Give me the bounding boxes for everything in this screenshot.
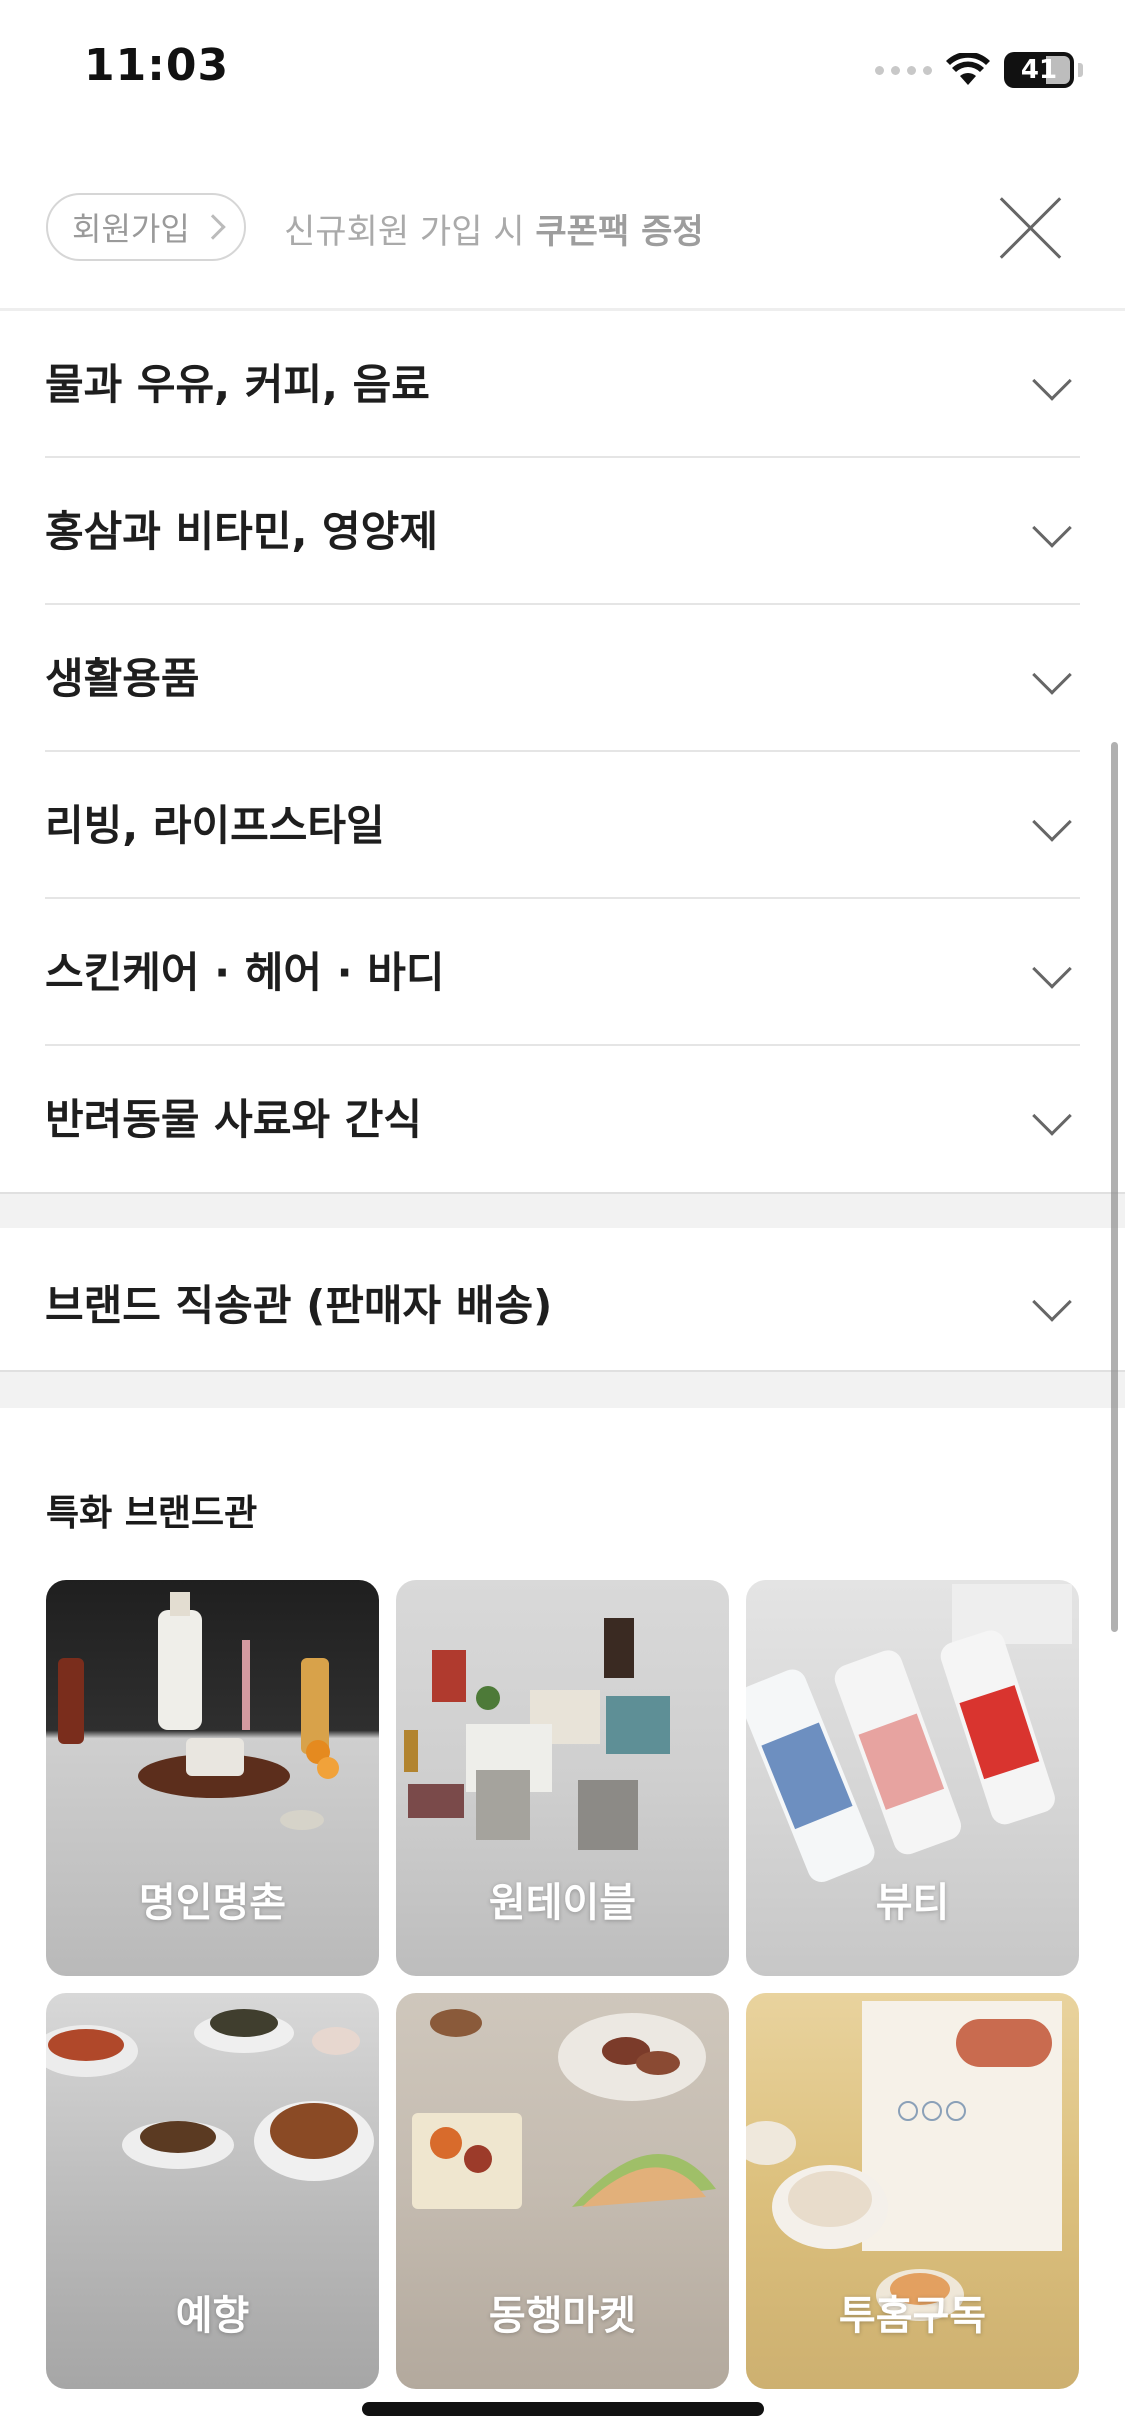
special-brands-title: 특화 브랜드관 (46, 1493, 258, 1534)
battery-level: 41 (1020, 55, 1058, 85)
home-indicator[interactable] (362, 2402, 764, 2416)
category-item[interactable]: 스킨케어 · 헤어 · 바디 (45, 899, 1080, 1046)
chevron-down-icon (1032, 361, 1072, 401)
category-item[interactable]: 물과 우유, 커피, 음료 (45, 311, 1080, 458)
status-indicators: 41 (875, 48, 1083, 92)
brand-tile-label: 투홈구독 (838, 2293, 987, 2339)
brand-tile[interactable]: 뷰티 (746, 1580, 1079, 1976)
brand-tile-label: 뷰티 (875, 1880, 950, 1926)
category-label: 생활용품 (45, 654, 200, 703)
status-bar: 11:03 41 (0, 0, 1125, 140)
brand-tile[interactable]: 원테이블 (396, 1580, 729, 1976)
cellular-signal-icon (875, 65, 932, 75)
brand-tile[interactable]: 명인명촌 (46, 1580, 379, 1976)
brand-direct-item[interactable]: 브랜드 직송관 (판매자 배송) (0, 1228, 1125, 1370)
battery-icon: 41 (1004, 52, 1074, 88)
status-time: 11:03 (84, 40, 230, 91)
wifi-icon (946, 53, 990, 85)
brand-tile-label: 원테이블 (488, 1880, 637, 1926)
category-list: 물과 우유, 커피, 음료 홍삼과 비타민, 영양제 생활용품 리빙, 라이프스… (0, 311, 1125, 1193)
signup-button[interactable]: 회원가입 (46, 193, 246, 261)
brand-tile[interactable]: 예향 (46, 1993, 379, 2389)
promo-highlight: 쿠폰팩 증정 (535, 212, 704, 252)
brand-tile[interactable]: 투홈구독 (746, 1993, 1079, 2389)
promo-text: 신규회원 가입 시 (284, 212, 536, 252)
chevron-right-icon (200, 214, 226, 240)
category-label: 리빙, 라이프스타일 (45, 801, 385, 850)
category-item[interactable]: 홍삼과 비타민, 영양제 (45, 458, 1080, 605)
close-icon[interactable] (993, 190, 1069, 266)
category-item[interactable]: 생활용품 (45, 605, 1080, 752)
scrollbar[interactable] (1111, 742, 1118, 1632)
category-item[interactable]: 리빙, 라이프스타일 (45, 752, 1080, 899)
category-label: 물과 우유, 커피, 음료 (45, 360, 430, 409)
category-item[interactable]: 반려동물 사료와 간식 (45, 1046, 1080, 1193)
signup-header: 회원가입 신규회원 가입 시 쿠폰팩 증정 (0, 190, 1125, 310)
chevron-down-icon (1032, 949, 1072, 989)
signup-promo: 신규회원 가입 시 쿠폰팩 증정 (284, 204, 704, 253)
brand-tile-label: 예향 (175, 2293, 250, 2339)
brand-tile-label: 동행마켓 (488, 2293, 637, 2339)
signup-button-label: 회원가입 (72, 210, 190, 248)
brand-tile[interactable]: 동행마켓 (396, 1993, 729, 2389)
category-label: 홍삼과 비타민, 영양제 (45, 507, 438, 556)
category-label: 스킨케어 · 헤어 · 바디 (45, 948, 445, 997)
special-brands-grid: 명인명촌 원테이블 뷰티 예향 동행마켓 투홈구독 (46, 1580, 1080, 2389)
brand-tile-label: 명인명촌 (138, 1880, 287, 1926)
chevron-down-icon (1032, 508, 1072, 548)
chevron-down-icon (1032, 655, 1072, 695)
category-label: 반려동물 사료와 간식 (45, 1095, 423, 1144)
section-separator (0, 1370, 1125, 1408)
brand-direct-label: 브랜드 직송관 (판매자 배송) (45, 1281, 553, 1330)
chevron-down-icon (1032, 1096, 1072, 1136)
section-separator (0, 1192, 1125, 1228)
battery-cap (1078, 63, 1083, 77)
chevron-down-icon (1032, 1282, 1072, 1322)
chevron-down-icon (1032, 802, 1072, 842)
